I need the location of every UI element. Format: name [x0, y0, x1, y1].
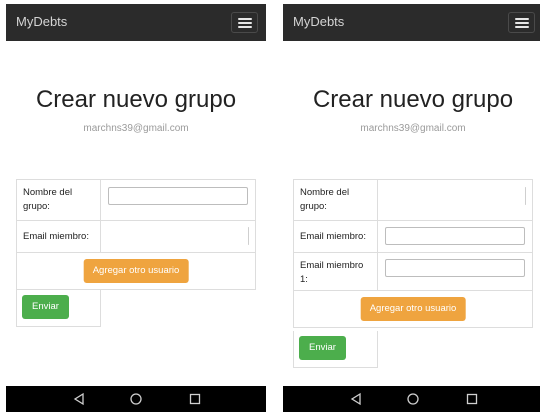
phone-screen-right: MyDebts Crear nuevo grupo marchns39@gmai… — [283, 4, 540, 412]
member-email-row: Email miembro: — [294, 221, 532, 253]
member-email-input[interactable] — [248, 227, 249, 245]
submit-cell: Enviar — [293, 331, 378, 368]
user-email: marchns39@gmail.com — [360, 123, 466, 134]
home-circle-icon[interactable] — [129, 392, 143, 406]
navbar: MyDebts — [283, 4, 540, 41]
member1-email-row: Email miembro 1: — [294, 253, 532, 291]
submit-cell: Enviar — [16, 290, 101, 327]
android-navigation-bar — [283, 386, 540, 412]
group-name-row: Nombre del grupo: — [17, 180, 255, 221]
add-user-row: Agregar otro usuario — [17, 253, 255, 290]
group-name-label: Nombre del grupo: — [17, 180, 101, 220]
hamburger-menu-icon[interactable] — [231, 12, 258, 33]
member1-email-label: Email miembro 1: — [294, 253, 378, 290]
brand-logo[interactable]: MyDebts — [293, 14, 344, 29]
send-button[interactable]: Enviar — [299, 336, 346, 360]
back-triangle-icon[interactable] — [72, 392, 86, 406]
add-user-row: Agregar otro usuario — [294, 291, 532, 328]
phone-screen-left: MyDebts Crear nuevo grupo marchns39@gmai… — [6, 4, 266, 412]
group-name-label: Nombre del grupo: — [294, 180, 378, 220]
user-email: marchns39@gmail.com — [83, 123, 189, 134]
hamburger-menu-icon[interactable] — [508, 12, 535, 33]
android-navigation-bar — [6, 386, 266, 412]
member-email-input[interactable] — [385, 227, 525, 245]
recent-apps-square-icon[interactable] — [188, 392, 202, 406]
page-title: Crear nuevo grupo — [35, 86, 237, 113]
navbar: MyDebts — [6, 4, 266, 41]
member-email-label: Email miembro: — [294, 221, 378, 252]
group-name-row: Nombre del grupo: — [294, 180, 532, 221]
recent-apps-square-icon[interactable] — [465, 392, 479, 406]
back-triangle-icon[interactable] — [349, 392, 363, 406]
add-user-button[interactable]: Agregar otro usuario — [360, 297, 466, 321]
add-user-button[interactable]: Agregar otro usuario — [83, 259, 189, 283]
member-email-row: Email miembro: — [17, 221, 255, 253]
page-title: Crear nuevo grupo — [312, 86, 514, 113]
send-button[interactable]: Enviar — [22, 295, 69, 319]
member1-email-input[interactable] — [385, 259, 525, 277]
member-email-label: Email miembro: — [17, 221, 101, 252]
group-name-input[interactable] — [525, 187, 526, 205]
brand-logo[interactable]: MyDebts — [16, 14, 67, 29]
create-group-form: Nombre del grupo: Email miembro: Email m… — [293, 179, 533, 328]
create-group-form: Nombre del grupo: Email miembro: Agregar… — [16, 179, 256, 290]
home-circle-icon[interactable] — [406, 392, 420, 406]
group-name-input[interactable] — [108, 187, 248, 205]
